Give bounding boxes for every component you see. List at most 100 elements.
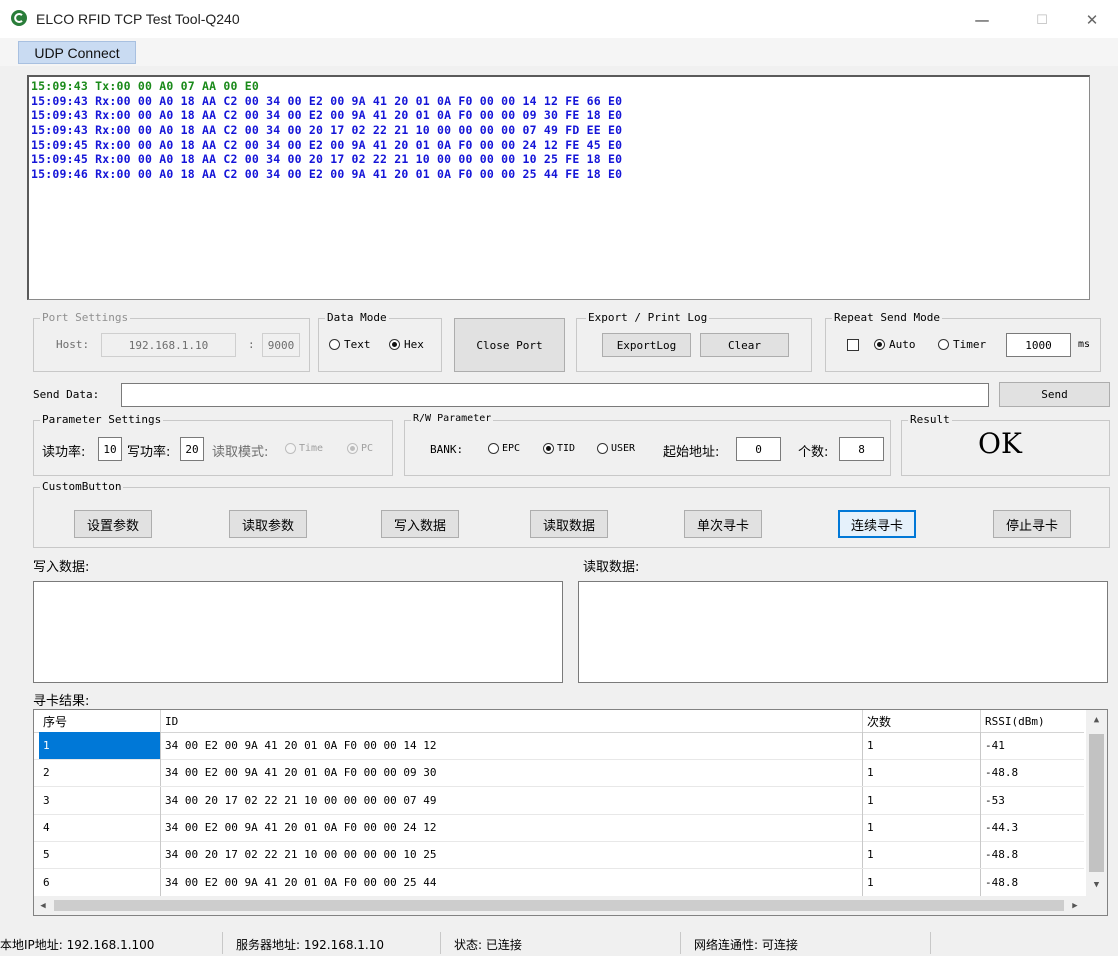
radio-selected-icon xyxy=(874,339,885,350)
card-results-table[interactable]: 序号 ID 次数 RSSI(dBm) 1 34 00 E2 00 9A 41 20… xyxy=(33,709,1108,916)
timer-label: Timer xyxy=(953,338,987,351)
cell-rssi: -48.8 xyxy=(980,868,1084,896)
status-divider xyxy=(680,932,681,954)
menu-bar xyxy=(0,38,1118,66)
custom-button-5[interactable]: 单次寻卡 xyxy=(684,510,762,538)
horizontal-scroll-thumb[interactable] xyxy=(54,900,1064,911)
auto-radio[interactable]: Auto xyxy=(874,338,916,351)
read-data-label: 读取数据: xyxy=(583,560,640,575)
checkbox-icon xyxy=(847,339,859,351)
maximize-button[interactable]: ☐ xyxy=(1022,6,1062,34)
radio-icon xyxy=(285,443,296,454)
text-mode-label: Text xyxy=(344,338,371,351)
cell-id: 34 00 E2 00 9A 41 20 01 0A F0 00 00 25 4… xyxy=(160,868,862,896)
scroll-down-icon[interactable]: ▼ xyxy=(1087,878,1106,892)
table-row[interactable]: 1 34 00 E2 00 9A 41 20 01 0A F0 00 00 14 … xyxy=(34,732,1084,760)
cell-index: 6 xyxy=(43,875,50,889)
cell-id: 34 00 20 17 02 22 21 10 00 00 00 00 10 2… xyxy=(160,841,862,869)
radio-selected-icon xyxy=(389,339,400,350)
send-data-input[interactable] xyxy=(121,383,989,407)
header-rssi[interactable]: RSSI(dBm) xyxy=(980,710,1084,732)
cell-rssi: -48.8 xyxy=(980,841,1084,869)
close-port-button[interactable]: Close Port xyxy=(454,318,565,372)
cell-count: 1 xyxy=(862,841,980,869)
header-index[interactable]: 序号 xyxy=(39,710,160,732)
status-bar xyxy=(0,930,1118,956)
communication-log[interactable]: 15:09:43 Tx:00 00 A0 07 AA 00 E0 15:09:43… xyxy=(27,75,1090,300)
read-power-input[interactable]: 10 xyxy=(98,437,122,461)
bank-epc-radio[interactable]: EPC xyxy=(488,443,520,454)
cell-index: 5 xyxy=(43,848,50,862)
table-row[interactable]: 6 34 00 E2 00 9A 41 20 01 0A F0 00 00 25 … xyxy=(34,868,1084,897)
cell-index: 4 xyxy=(43,820,50,834)
bank-user-radio[interactable]: USER xyxy=(597,443,635,454)
read-data-textarea[interactable] xyxy=(578,581,1108,683)
header-count[interactable]: 次数 xyxy=(862,710,980,732)
radio-selected-icon xyxy=(543,443,554,454)
custom-button-7[interactable]: 停止寻卡 xyxy=(993,510,1071,538)
write-data-textarea[interactable] xyxy=(33,581,563,683)
vertical-scroll-thumb[interactable] xyxy=(1089,734,1104,872)
custom-button-1[interactable]: 设置参数 xyxy=(74,510,152,538)
send-data-label: Send Data: xyxy=(33,388,100,401)
mode-pc-radio[interactable]: PC xyxy=(347,443,373,454)
send-button[interactable]: Send xyxy=(999,382,1110,407)
clear-log-button[interactable]: Clear xyxy=(700,333,789,357)
start-address-label: 起始地址: xyxy=(663,445,720,460)
status-server: 服务器地址: 192.168.1.10 xyxy=(236,938,385,952)
cell-index: 3 xyxy=(43,793,50,807)
read-power-label: 读功率: xyxy=(42,445,86,460)
cell-rssi: -53 xyxy=(980,786,1084,814)
scroll-left-icon[interactable]: ◀ xyxy=(36,899,50,913)
log-line: 15:09:45 Rx:00 00 A0 18 AA C2 00 34 00 E… xyxy=(31,137,623,152)
repeat-send-checkbox[interactable] xyxy=(847,338,859,351)
text-mode-radio[interactable]: Text xyxy=(329,338,371,351)
mode-time-radio[interactable]: Time xyxy=(285,443,323,454)
table-row[interactable]: 5 34 00 20 17 02 22 21 10 00 00 00 00 10 … xyxy=(34,841,1084,870)
custom-button-4[interactable]: 读取数据 xyxy=(530,510,608,538)
cell-count: 1 xyxy=(862,759,980,787)
export-log-button[interactable]: ExportLog xyxy=(602,333,691,357)
radio-icon xyxy=(597,443,608,454)
timer-radio[interactable]: Timer xyxy=(938,338,986,351)
count-input[interactable]: 8 xyxy=(839,437,884,461)
cell-count: 1 xyxy=(862,786,980,814)
cell-index: 2 xyxy=(43,766,50,780)
log-line: 15:09:43 Rx:00 00 A0 18 AA C2 00 34 00 E… xyxy=(31,93,623,108)
bank-user-label: USER xyxy=(611,443,636,454)
log-line: 15:09:43 Rx:00 00 A0 18 AA C2 00 34 00 2… xyxy=(31,123,623,138)
table-row[interactable]: 4 34 00 E2 00 9A 41 20 01 0A F0 00 00 24 … xyxy=(34,813,1084,842)
close-button[interactable]: ✕ xyxy=(1072,6,1112,34)
scroll-up-icon[interactable]: ▲ xyxy=(1087,713,1106,727)
cell-rssi: -41 xyxy=(980,732,1084,759)
host-label: Host: xyxy=(56,338,90,351)
window-title: ELCO RFID TCP Test Tool-Q240 xyxy=(36,11,240,27)
write-power-input[interactable]: 20 xyxy=(180,437,204,461)
table-row[interactable]: 2 34 00 E2 00 9A 41 20 01 0A F0 00 00 09 … xyxy=(34,759,1084,788)
custom-button-2[interactable]: 读取参数 xyxy=(229,510,307,538)
scroll-right-icon[interactable]: ▶ xyxy=(1068,899,1082,913)
custom-button-6[interactable]: 连续寻卡 xyxy=(838,510,916,538)
header-id[interactable]: ID xyxy=(160,710,862,732)
port-input[interactable]: 9000 xyxy=(262,333,300,357)
hex-mode-radio[interactable]: Hex xyxy=(389,338,424,351)
table-row[interactable]: 3 34 00 20 17 02 22 21 10 00 00 00 00 07 … xyxy=(34,786,1084,815)
radio-selected-icon xyxy=(347,443,358,454)
custom-button-label: CustomButton xyxy=(40,480,124,493)
cell-id: 34 00 E2 00 9A 41 20 01 0A F0 00 00 09 3… xyxy=(160,759,862,787)
bank-tid-label: TID xyxy=(557,443,576,454)
result-value: OK xyxy=(978,427,1022,460)
interval-input[interactable]: 1000 xyxy=(1006,333,1071,357)
radio-icon xyxy=(329,339,340,350)
status-divider xyxy=(930,932,931,954)
start-address-input[interactable]: 0 xyxy=(736,437,781,461)
cell-count: 1 xyxy=(862,813,980,841)
bank-tid-radio[interactable]: TID xyxy=(543,443,575,454)
repeat-send-label: Repeat Send Mode xyxy=(832,311,942,324)
custom-button-3[interactable]: 写入数据 xyxy=(381,510,459,538)
host-input[interactable]: 192.168.1.10 xyxy=(101,333,236,357)
udp-connect-menu[interactable]: UDP Connect xyxy=(18,41,136,64)
auto-label: Auto xyxy=(889,338,916,351)
minimize-button[interactable]: — xyxy=(962,6,1002,34)
cell-index: 1 xyxy=(39,732,160,759)
